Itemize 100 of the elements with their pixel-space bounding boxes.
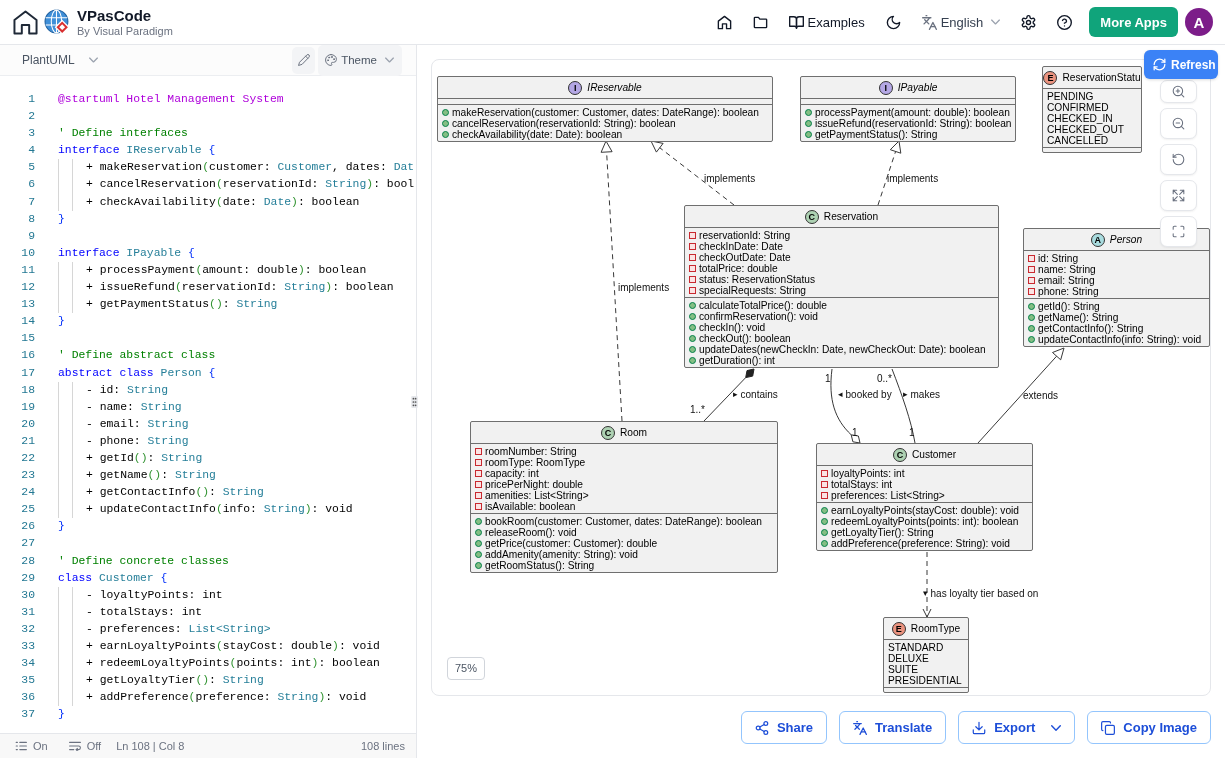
class-name: Customer	[911, 449, 957, 460]
line-number: 19	[20, 399, 35, 415]
download-icon	[972, 720, 987, 735]
line-number: 20	[20, 416, 35, 432]
enum-value: STANDARD	[888, 642, 945, 653]
examples-button[interactable]: Examples	[788, 14, 865, 30]
class-method: getRoomStatus(): String	[485, 560, 595, 571]
line-number: 35	[20, 673, 35, 689]
share-button[interactable]: Share	[740, 711, 828, 744]
class-name: Person	[1109, 234, 1143, 245]
theme-button[interactable]: Theme	[318, 44, 402, 76]
line-number: 32	[20, 621, 35, 637]
code-line: ' Define concrete classes	[58, 553, 229, 569]
class-type-badge: E	[891, 621, 906, 636]
class-method: getPrice(customer: Customer): double	[485, 538, 658, 549]
export-button[interactable]: Export	[958, 711, 1076, 744]
class-method: getContactInfo(): String	[1038, 323, 1144, 334]
class-attribute: id: String	[1038, 253, 1079, 264]
settings-icon[interactable]	[1021, 14, 1037, 30]
line-number: 28	[20, 553, 35, 569]
line-number: 16	[20, 348, 35, 364]
home-icon[interactable]	[716, 14, 732, 30]
multiplicity-label: 1..*	[690, 404, 705, 415]
palette-icon	[325, 54, 338, 66]
class-attribute: roomNumber: String	[485, 446, 577, 457]
enum-value: CANCELLED	[1047, 135, 1110, 146]
chevron-down-icon	[88, 57, 98, 63]
language-dropdown[interactable]: English	[921, 14, 1001, 30]
class-attribute: preferences: List<String>	[831, 490, 945, 501]
class-attribute: checkInDate: Date	[699, 241, 783, 252]
cursor-position: Ln 108 | Col 8	[116, 740, 185, 752]
drag-handle-icon[interactable]	[411, 396, 418, 408]
folder-icon[interactable]	[752, 14, 768, 30]
code-line: ' Define abstract class	[58, 348, 216, 364]
connector-label: makes	[910, 389, 940, 400]
numbered-list-icon	[15, 741, 27, 751]
line-number: 18	[20, 382, 35, 398]
class-method: bookRoom(customer: Customer, dates: DateRange): boolean	[485, 516, 762, 527]
line-numbers-toggle[interactable]: On	[15, 740, 48, 752]
class-name: IPayable	[897, 82, 938, 93]
copy-icon	[1101, 720, 1116, 735]
class-attribute: email: String	[1038, 275, 1095, 286]
copy-image-button[interactable]: Copy Image	[1087, 711, 1211, 744]
code-line: + getContactInfo(): String	[86, 485, 264, 501]
rotate-icon	[1172, 153, 1185, 166]
share-icon	[754, 720, 769, 735]
class-type-badge: C	[892, 447, 907, 462]
code-line: - preferences: List<String>	[86, 621, 271, 637]
class-method: checkAvailability(date: Date): boolean	[452, 129, 623, 140]
connector-label: contains	[740, 389, 778, 400]
enum-value: SUITE	[888, 664, 919, 675]
moon-icon[interactable]	[885, 14, 901, 30]
chevron-down-icon	[991, 19, 1001, 25]
direction-arrow: ◂	[838, 389, 843, 400]
chevron-down-icon	[385, 57, 394, 63]
refresh-button[interactable]: Refresh	[1144, 50, 1218, 79]
code-line: + makeReservation(customer: Customer, dates: Dat	[86, 160, 415, 176]
class-attribute: loyaltyPoints: int	[831, 468, 905, 479]
class-attribute: roomType: RoomType	[485, 457, 586, 468]
class-method: redeemLoyaltyPoints(points: int): boolean	[831, 516, 1019, 527]
class-attribute: amenities: List<String>	[485, 490, 589, 501]
class-name: ReservationStatu	[1062, 72, 1141, 83]
word-wrap-toggle[interactable]: Off	[68, 740, 102, 752]
line-number: 26	[20, 519, 35, 535]
class-method: issueRefund(reservationId: String): boolean	[815, 118, 1012, 129]
class-method: getPaymentStatus(): String	[815, 129, 938, 140]
home-icon[interactable]	[12, 8, 39, 36]
class-method: getId(): String	[1038, 301, 1100, 312]
line-number: 11	[20, 262, 35, 278]
line-number: 17	[20, 365, 35, 381]
class-attribute: name: String	[1038, 264, 1096, 275]
code-line: }	[58, 707, 65, 723]
line-number: 21	[20, 433, 35, 449]
class-method: processPayment(amount: double): boolean	[815, 107, 1010, 118]
class-name: IReservable	[587, 82, 642, 93]
language-select[interactable]: PlantUML	[22, 53, 98, 67]
app-tagline: By Visual Paradigm	[77, 24, 173, 38]
code-line: + cancelReservation(reservationId: String): bool	[86, 177, 415, 193]
reset-view-button[interactable]	[1160, 144, 1197, 175]
enum-value: PENDING	[1047, 91, 1095, 102]
logo-icon	[44, 8, 71, 36]
direction-arrow: ▾	[923, 588, 928, 599]
class-method: updateDates(newCheckIn: Date, newCheckOut: Date): boolean	[699, 344, 986, 355]
class-attribute: status: ReservationStatus	[699, 274, 816, 285]
zoom-in-icon	[1172, 85, 1185, 98]
fit-to-screen-button[interactable]	[1160, 180, 1197, 211]
class-attribute: capacity: int	[485, 468, 539, 479]
translate-button[interactable]: Translate	[839, 711, 947, 744]
help-icon[interactable]	[1057, 14, 1073, 30]
class-name: RoomType	[910, 623, 961, 634]
class-method: addAmenity(amenity: String): void	[485, 549, 638, 560]
zoom-in-button[interactable]	[1160, 80, 1197, 103]
line-number: 9	[27, 228, 35, 244]
class-attribute: totalPrice: double	[699, 263, 778, 274]
avatar[interactable]: A	[1185, 8, 1213, 36]
zoom-out-button[interactable]	[1160, 108, 1197, 139]
line-number: 10	[20, 245, 35, 261]
class-method: checkOut(): boolean	[699, 333, 791, 344]
class-name: Reservation	[823, 211, 879, 222]
edit-button[interactable]	[292, 46, 316, 74]
